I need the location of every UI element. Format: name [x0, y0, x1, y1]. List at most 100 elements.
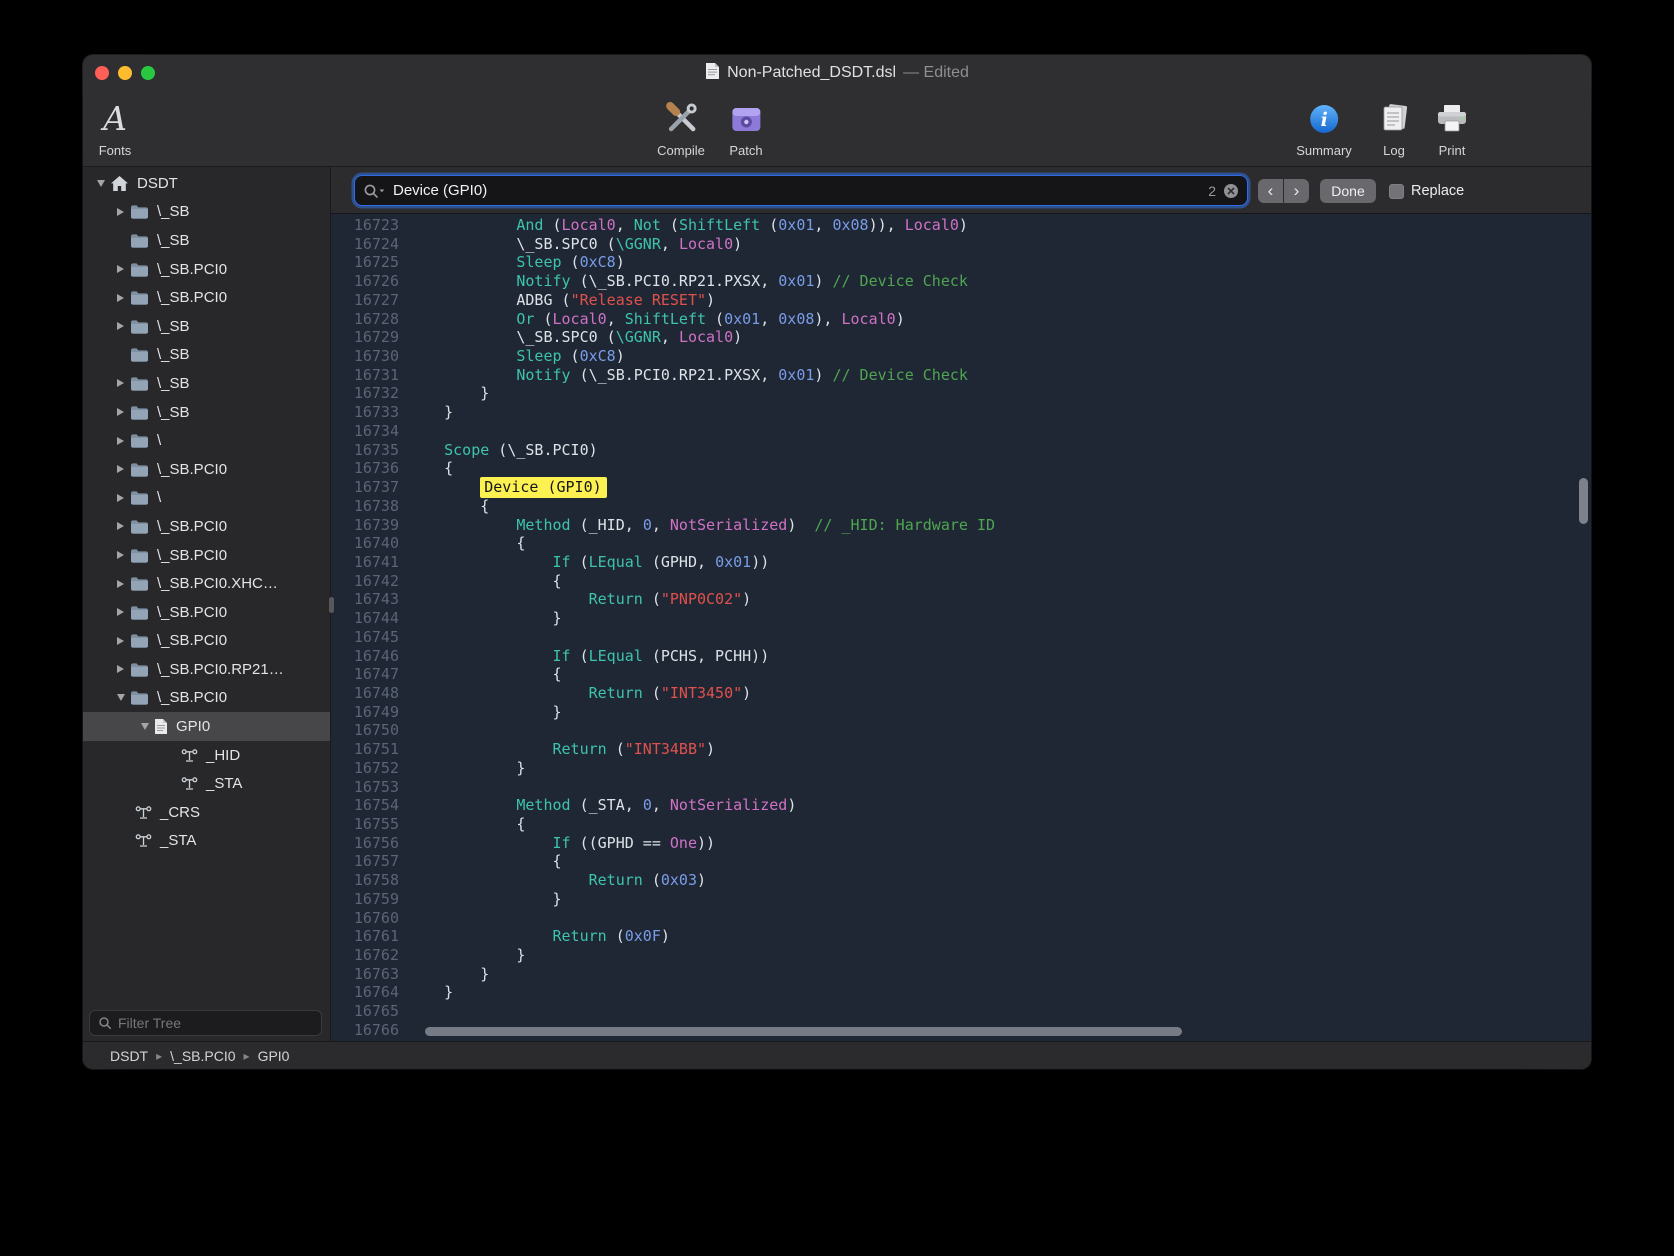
- code-line: 16746 If (LEqual (PCHS, PCHH)): [331, 647, 1591, 666]
- disclosure-triangle-icon[interactable]: [111, 494, 130, 502]
- vertical-scrollbar[interactable]: [1579, 478, 1588, 524]
- tree-item-dsdt[interactable]: DSDT: [83, 169, 330, 198]
- code-text: [399, 1002, 408, 1021]
- breadcrumb-item[interactable]: GPI0: [258, 1048, 290, 1064]
- disclosure-triangle-icon[interactable]: [111, 608, 130, 616]
- disclosure-triangle-icon[interactable]: [111, 522, 130, 530]
- tree-item-label: \: [157, 432, 161, 449]
- tree-item-sb[interactable]: \_SB: [83, 226, 330, 255]
- tree-item-sb[interactable]: \_SB: [83, 369, 330, 398]
- folder-icon: [130, 690, 149, 705]
- code-line: 16764 }: [331, 983, 1591, 1002]
- tree-item-sb-pci0-rp21[interactable]: \_SB.PCI0.RP21…: [83, 655, 330, 684]
- tree-item-sb[interactable]: \_SB: [83, 341, 330, 370]
- disclosure-triangle-icon[interactable]: [111, 322, 130, 330]
- tree-item-gpi0[interactable]: GPI0: [83, 712, 330, 741]
- code-text: {: [399, 459, 453, 478]
- fonts-label: Fonts: [99, 143, 132, 158]
- code-line: 16741 If (LEqual (GPHD, 0x01)): [331, 553, 1591, 572]
- log-button[interactable]: Log: [1377, 96, 1411, 158]
- disclosure-triangle-icon[interactable]: [111, 551, 130, 559]
- tree-item-sb-pci0[interactable]: \_SB.PCI0: [83, 541, 330, 570]
- tree-item-root[interactable]: \: [83, 484, 330, 513]
- line-number: 16741: [331, 553, 399, 572]
- disclosure-triangle-icon[interactable]: [111, 265, 130, 273]
- disclosure-triangle-icon[interactable]: [111, 208, 130, 216]
- filter-tree-field[interactable]: [89, 1010, 322, 1036]
- summary-label: Summary: [1296, 143, 1352, 158]
- find-field[interactable]: 2: [355, 176, 1247, 205]
- tree: DSDT\_SB\_SB\_SB.PCI0\_SB.PCI0\_SB\_SB\_…: [83, 167, 330, 855]
- disclosure-triangle-icon[interactable]: [111, 294, 130, 302]
- breadcrumb-item[interactable]: DSDT: [110, 1048, 148, 1064]
- clear-search-icon[interactable]: [1223, 183, 1239, 199]
- zoom-button[interactable]: [141, 66, 155, 80]
- titlebar[interactable]: Non-Patched_DSDT.dsl — Edited: [83, 55, 1591, 91]
- disclosure-triangle-icon[interactable]: [111, 465, 130, 473]
- line-number: 16736: [331, 459, 399, 478]
- tree-item-crs[interactable]: _CRS: [83, 798, 330, 827]
- minimize-button[interactable]: [118, 66, 132, 80]
- tree-item-sb-pci0[interactable]: \_SB.PCI0: [83, 512, 330, 541]
- tree-item-sb[interactable]: \_SB: [83, 312, 330, 341]
- code-text: [399, 1021, 408, 1040]
- line-number: 16752: [331, 759, 399, 778]
- tree-item-sb-pci0[interactable]: \_SB.PCI0: [83, 283, 330, 312]
- folder-icon: [130, 576, 149, 591]
- tree-item-label: _CRS: [160, 804, 200, 821]
- search-menu-icon[interactable]: [363, 183, 386, 199]
- disclosure-triangle-icon[interactable]: [111, 665, 130, 673]
- disclosure-triangle-icon[interactable]: [135, 723, 154, 730]
- tree-item-sb[interactable]: \_SB: [83, 198, 330, 227]
- code-line: 16733 }: [331, 403, 1591, 422]
- tree-item-label: \_SB.PCI0: [157, 518, 227, 535]
- code-text: }: [399, 703, 562, 722]
- horizontal-scrollbar[interactable]: [425, 1027, 1182, 1036]
- folder-icon: [130, 262, 149, 277]
- filter-tree-input[interactable]: [118, 1015, 313, 1031]
- done-button[interactable]: Done: [1320, 179, 1376, 203]
- tree-item-sb-pci0[interactable]: \_SB.PCI0: [83, 255, 330, 284]
- tree-item-sb-pci0[interactable]: \_SB.PCI0: [83, 627, 330, 656]
- fonts-button[interactable]: A Fonts: [99, 96, 132, 158]
- disclosure-triangle-icon[interactable]: [111, 408, 130, 416]
- tree-item-root[interactable]: \: [83, 426, 330, 455]
- find-input[interactable]: [393, 182, 1201, 199]
- tree-item-hid[interactable]: _HID: [83, 741, 330, 770]
- compile-button[interactable]: Compile: [657, 96, 705, 158]
- disclosure-triangle-icon[interactable]: [111, 694, 130, 701]
- folder-icon: [130, 204, 149, 219]
- disclosure-triangle-icon[interactable]: [91, 180, 110, 187]
- summary-button[interactable]: i Summary: [1296, 96, 1352, 158]
- code-text: ADBG ("Release RESET"): [399, 291, 715, 310]
- print-button[interactable]: Print: [1435, 96, 1469, 158]
- document-proxy-icon: [705, 62, 720, 85]
- tree-item-label: _STA: [206, 775, 242, 792]
- code-line: 16756 If ((GPHD == One)): [331, 834, 1591, 853]
- disclosure-triangle-icon[interactable]: [111, 437, 130, 445]
- code-editor[interactable]: 16723 And (Local0, Not (ShiftLeft (0x01,…: [331, 214, 1591, 1041]
- disclosure-triangle-icon[interactable]: [111, 637, 130, 645]
- code-text: Return ("INT34BB"): [399, 740, 715, 759]
- line-number: 16732: [331, 384, 399, 403]
- code-line: 16753: [331, 778, 1591, 797]
- close-button[interactable]: [95, 66, 109, 80]
- tree-item-sb-pci0[interactable]: \_SB.PCI0: [83, 455, 330, 484]
- code-line: 16728 Or (Local0, ShiftLeft (0x01, 0x08)…: [331, 310, 1591, 329]
- splitter-handle[interactable]: [329, 597, 334, 613]
- tree-item-sta[interactable]: _STA: [83, 769, 330, 798]
- breadcrumb-item[interactable]: \_SB.PCI0: [170, 1048, 235, 1064]
- tree-item-sb-pci0[interactable]: \_SB.PCI0: [83, 684, 330, 713]
- disclosure-triangle-icon[interactable]: [111, 379, 130, 387]
- tree-item-sta[interactable]: _STA: [83, 827, 330, 856]
- replace-checkbox[interactable]: [1389, 184, 1404, 199]
- patch-button[interactable]: Patch: [729, 96, 762, 158]
- tree-item-sb-pci0-xhc[interactable]: \_SB.PCI0.XHC…: [83, 569, 330, 598]
- disclosure-triangle-icon[interactable]: [111, 580, 130, 588]
- tree-item-sb[interactable]: \_SB: [83, 398, 330, 427]
- tree-item-label: DSDT: [137, 175, 178, 192]
- find-previous-button[interactable]: ‹: [1258, 179, 1283, 203]
- tree-item-sb-pci0[interactable]: \_SB.PCI0: [83, 598, 330, 627]
- find-next-button[interactable]: ›: [1284, 179, 1309, 203]
- code-text: [399, 422, 408, 441]
